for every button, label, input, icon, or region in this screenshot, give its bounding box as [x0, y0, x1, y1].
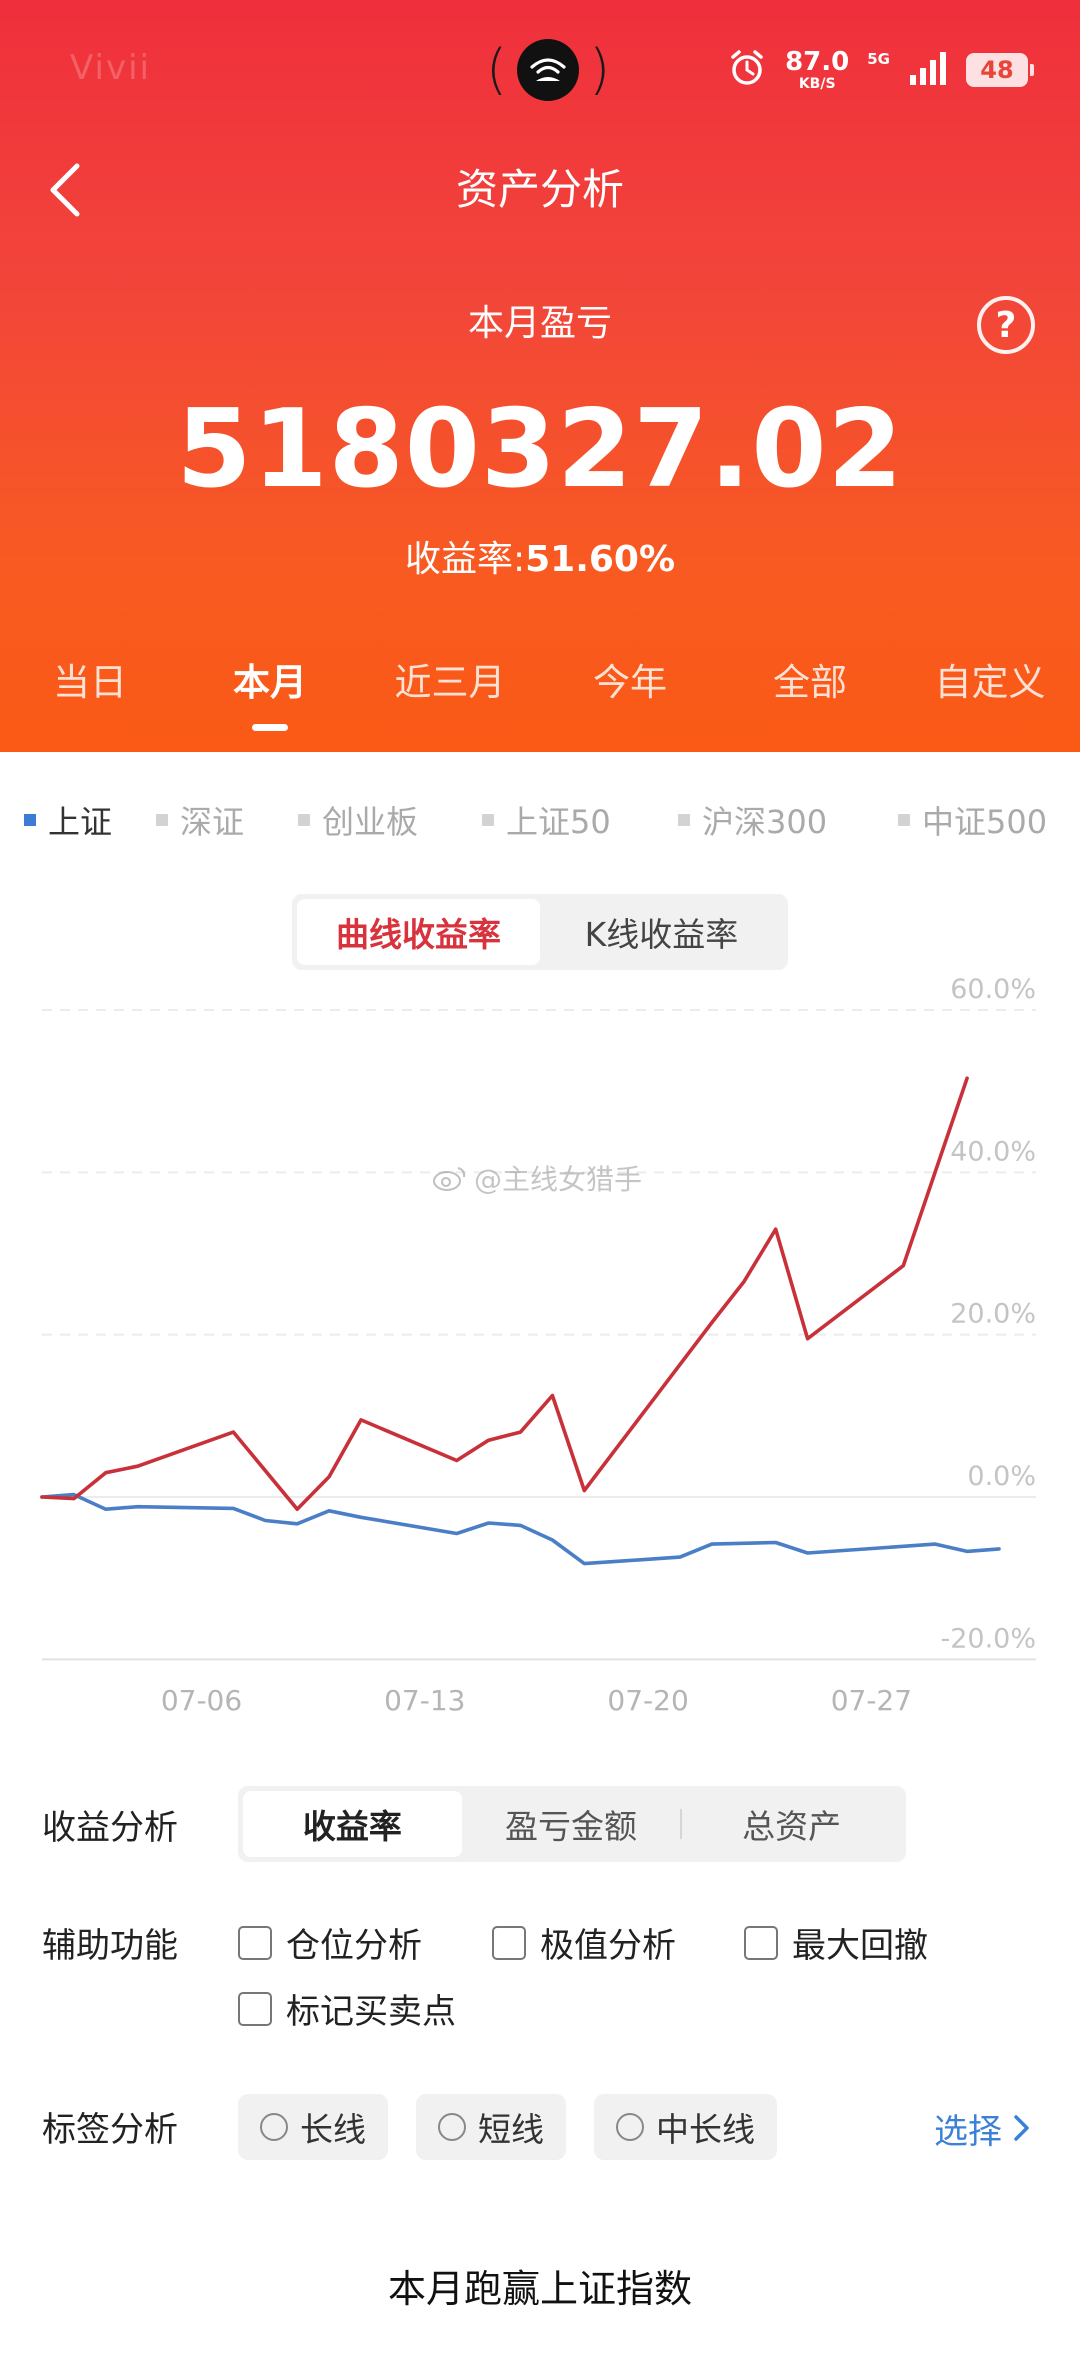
legend-swatch [156, 814, 168, 826]
x-tick-label: 07-13 [384, 1684, 465, 1717]
tag-label: 短线 [478, 2110, 544, 2149]
checkbox-icon [744, 1925, 778, 1960]
legend-swatch [898, 814, 910, 826]
tag-mid-long-term[interactable]: 中长线 [594, 2094, 777, 2160]
max-drawdown-checkbox[interactable]: 最大回撤 [744, 1918, 928, 1967]
radio-icon [438, 2113, 466, 2141]
index-label: 上证 [48, 803, 113, 841]
y-tick-label: 40.0% [950, 1136, 1036, 1167]
checkbox-label: 仓位分析 [286, 1926, 422, 1966]
tags-label: 标签分析 [42, 2110, 178, 2150]
checkbox-icon [238, 1925, 272, 1960]
tag-label: 中长线 [656, 2110, 755, 2149]
header-panel: Vivii ( ) 87.0 KB/S 5G 48 资产分析 本月盈亏 ? 51… [0, 0, 1080, 752]
analysis-option-pnl-amount[interactable]: 盈亏金额 [462, 1791, 681, 1857]
watermark-text: @主线女猎手 [474, 1163, 643, 1196]
legend-swatch [482, 814, 494, 826]
checkbox-label: 标记买卖点 [286, 1992, 456, 2032]
weibo-icon [433, 1167, 466, 1191]
index-label: 创业板 [322, 803, 419, 841]
checkbox-label: 最大回撤 [792, 1926, 928, 1966]
checkbox-icon [238, 1991, 272, 2026]
index-label: 上证50 [506, 803, 611, 841]
index-label: 中证500 [922, 803, 1048, 841]
network-speed: 87.0 KB/S [785, 47, 850, 92]
signal-icon [908, 51, 948, 89]
camera-cutout: ( ) [486, 34, 610, 106]
tag-short-term[interactable]: 短线 [416, 2094, 566, 2160]
legend-swatch [678, 814, 690, 826]
select-tags-link[interactable]: 选择 [934, 2096, 1034, 2160]
battery-icon: 48 [966, 53, 1034, 87]
x-tick-label: 07-06 [161, 1684, 242, 1717]
radio-icon [260, 2113, 288, 2141]
carrier-label: Vivii [70, 48, 151, 88]
y-tick-label: 60.0% [950, 974, 1036, 1005]
tab-custom[interactable]: 自定义 [900, 648, 1080, 752]
tab-all[interactable]: 全部 [720, 648, 900, 752]
index-label: 沪深300 [702, 803, 828, 841]
help-icon[interactable]: ? [977, 296, 1035, 354]
chevron-right-icon [1014, 2115, 1029, 2141]
index-chinext[interactable]: 创业板 [298, 790, 418, 850]
tab-today[interactable]: 当日 [0, 648, 180, 752]
y-tick-label: 0.0% [967, 1461, 1036, 1492]
y-tick-label: 20.0% [950, 1299, 1036, 1330]
status-bar: Vivii ( ) 87.0 KB/S 5G 48 [0, 0, 1080, 140]
select-label: 选择 [934, 2111, 1002, 2152]
checkbox-icon [492, 1925, 526, 1960]
camera-ring-right: ) [589, 38, 611, 101]
index-yield-line [40, 1492, 1001, 1566]
curve-yield-option[interactable]: 曲线收益率 [297, 899, 540, 965]
camera-ring-left: ( [486, 38, 508, 101]
yield-value: 51.60% [525, 539, 676, 580]
kline-yield-option[interactable]: K线收益率 [540, 899, 783, 965]
x-tick-label: 07-20 [607, 1684, 688, 1717]
portfolio-yield-line [40, 1076, 969, 1511]
mark-trades-checkbox[interactable]: 标记买卖点 [238, 1984, 456, 2033]
period-profit-label: 本月盈亏 [467, 303, 612, 344]
analysis-segmented-control: 收益率 盈亏金额 总资产 [238, 1786, 906, 1862]
legend-swatch [24, 814, 36, 826]
analysis-option-yield[interactable]: 收益率 [243, 1791, 462, 1857]
index-legend: 上证 深证 创业板 上证50 沪深300 中证500 [0, 790, 1080, 850]
y-tick-label: -20.0% [940, 1623, 1036, 1654]
period-tabs: 当日 本月 近三月 今年 全部 自定义 [0, 648, 1080, 752]
status-icons: 87.0 KB/S 5G 48 [727, 40, 1034, 100]
watermark: @主线女猎手 [432, 1158, 642, 1198]
yield-rate: 收益率:51.60% [0, 532, 1080, 588]
performance-summary: 本月跑赢上证指数 [387, 2267, 692, 2311]
x-tick-label: 07-27 [831, 1684, 912, 1717]
radio-icon [616, 2113, 644, 2141]
network-type: 5G [867, 50, 890, 68]
index-csi300[interactable]: 沪深300 [678, 790, 827, 850]
position-analysis-checkbox[interactable]: 仓位分析 [238, 1918, 422, 1967]
index-sse50[interactable]: 上证50 [482, 790, 611, 850]
chart-type-toggle: 曲线收益率 K线收益率 [292, 894, 788, 970]
tab-last-three-months[interactable]: 近三月 [360, 648, 540, 752]
camera-icon [517, 39, 580, 101]
yield-line-chart: 60.0% 40.0% 20.0% 0.0% -20.0% 07-06 07-13 07-20… [40, 974, 1036, 1717]
yield-label: 收益率: [404, 539, 526, 580]
checkbox-label: 极值分析 [540, 1926, 676, 1966]
tag-label: 长线 [300, 2110, 366, 2149]
analysis-label: 收益分析 [42, 1808, 178, 1848]
legend-swatch [298, 814, 310, 826]
tab-this-year[interactable]: 今年 [540, 648, 720, 752]
index-csi500[interactable]: 中证500 [898, 790, 1047, 850]
analysis-option-total-assets[interactable]: 总资产 [682, 1791, 901, 1857]
alarm-icon [727, 48, 767, 92]
aux-label: 辅助功能 [42, 1926, 178, 1966]
tag-long-term[interactable]: 长线 [238, 2094, 388, 2160]
page-title: 资产分析 [455, 165, 624, 214]
tab-this-month[interactable]: 本月 [180, 648, 360, 752]
extreme-analysis-checkbox[interactable]: 极值分析 [492, 1918, 676, 1967]
index-label: 深证 [180, 803, 245, 841]
index-shenzhen[interactable]: 深证 [156, 790, 244, 850]
help-glyph: ? [995, 304, 1017, 346]
index-shanghai[interactable]: 上证 [24, 790, 112, 850]
profit-amount: 5180327.02 [176, 387, 904, 512]
